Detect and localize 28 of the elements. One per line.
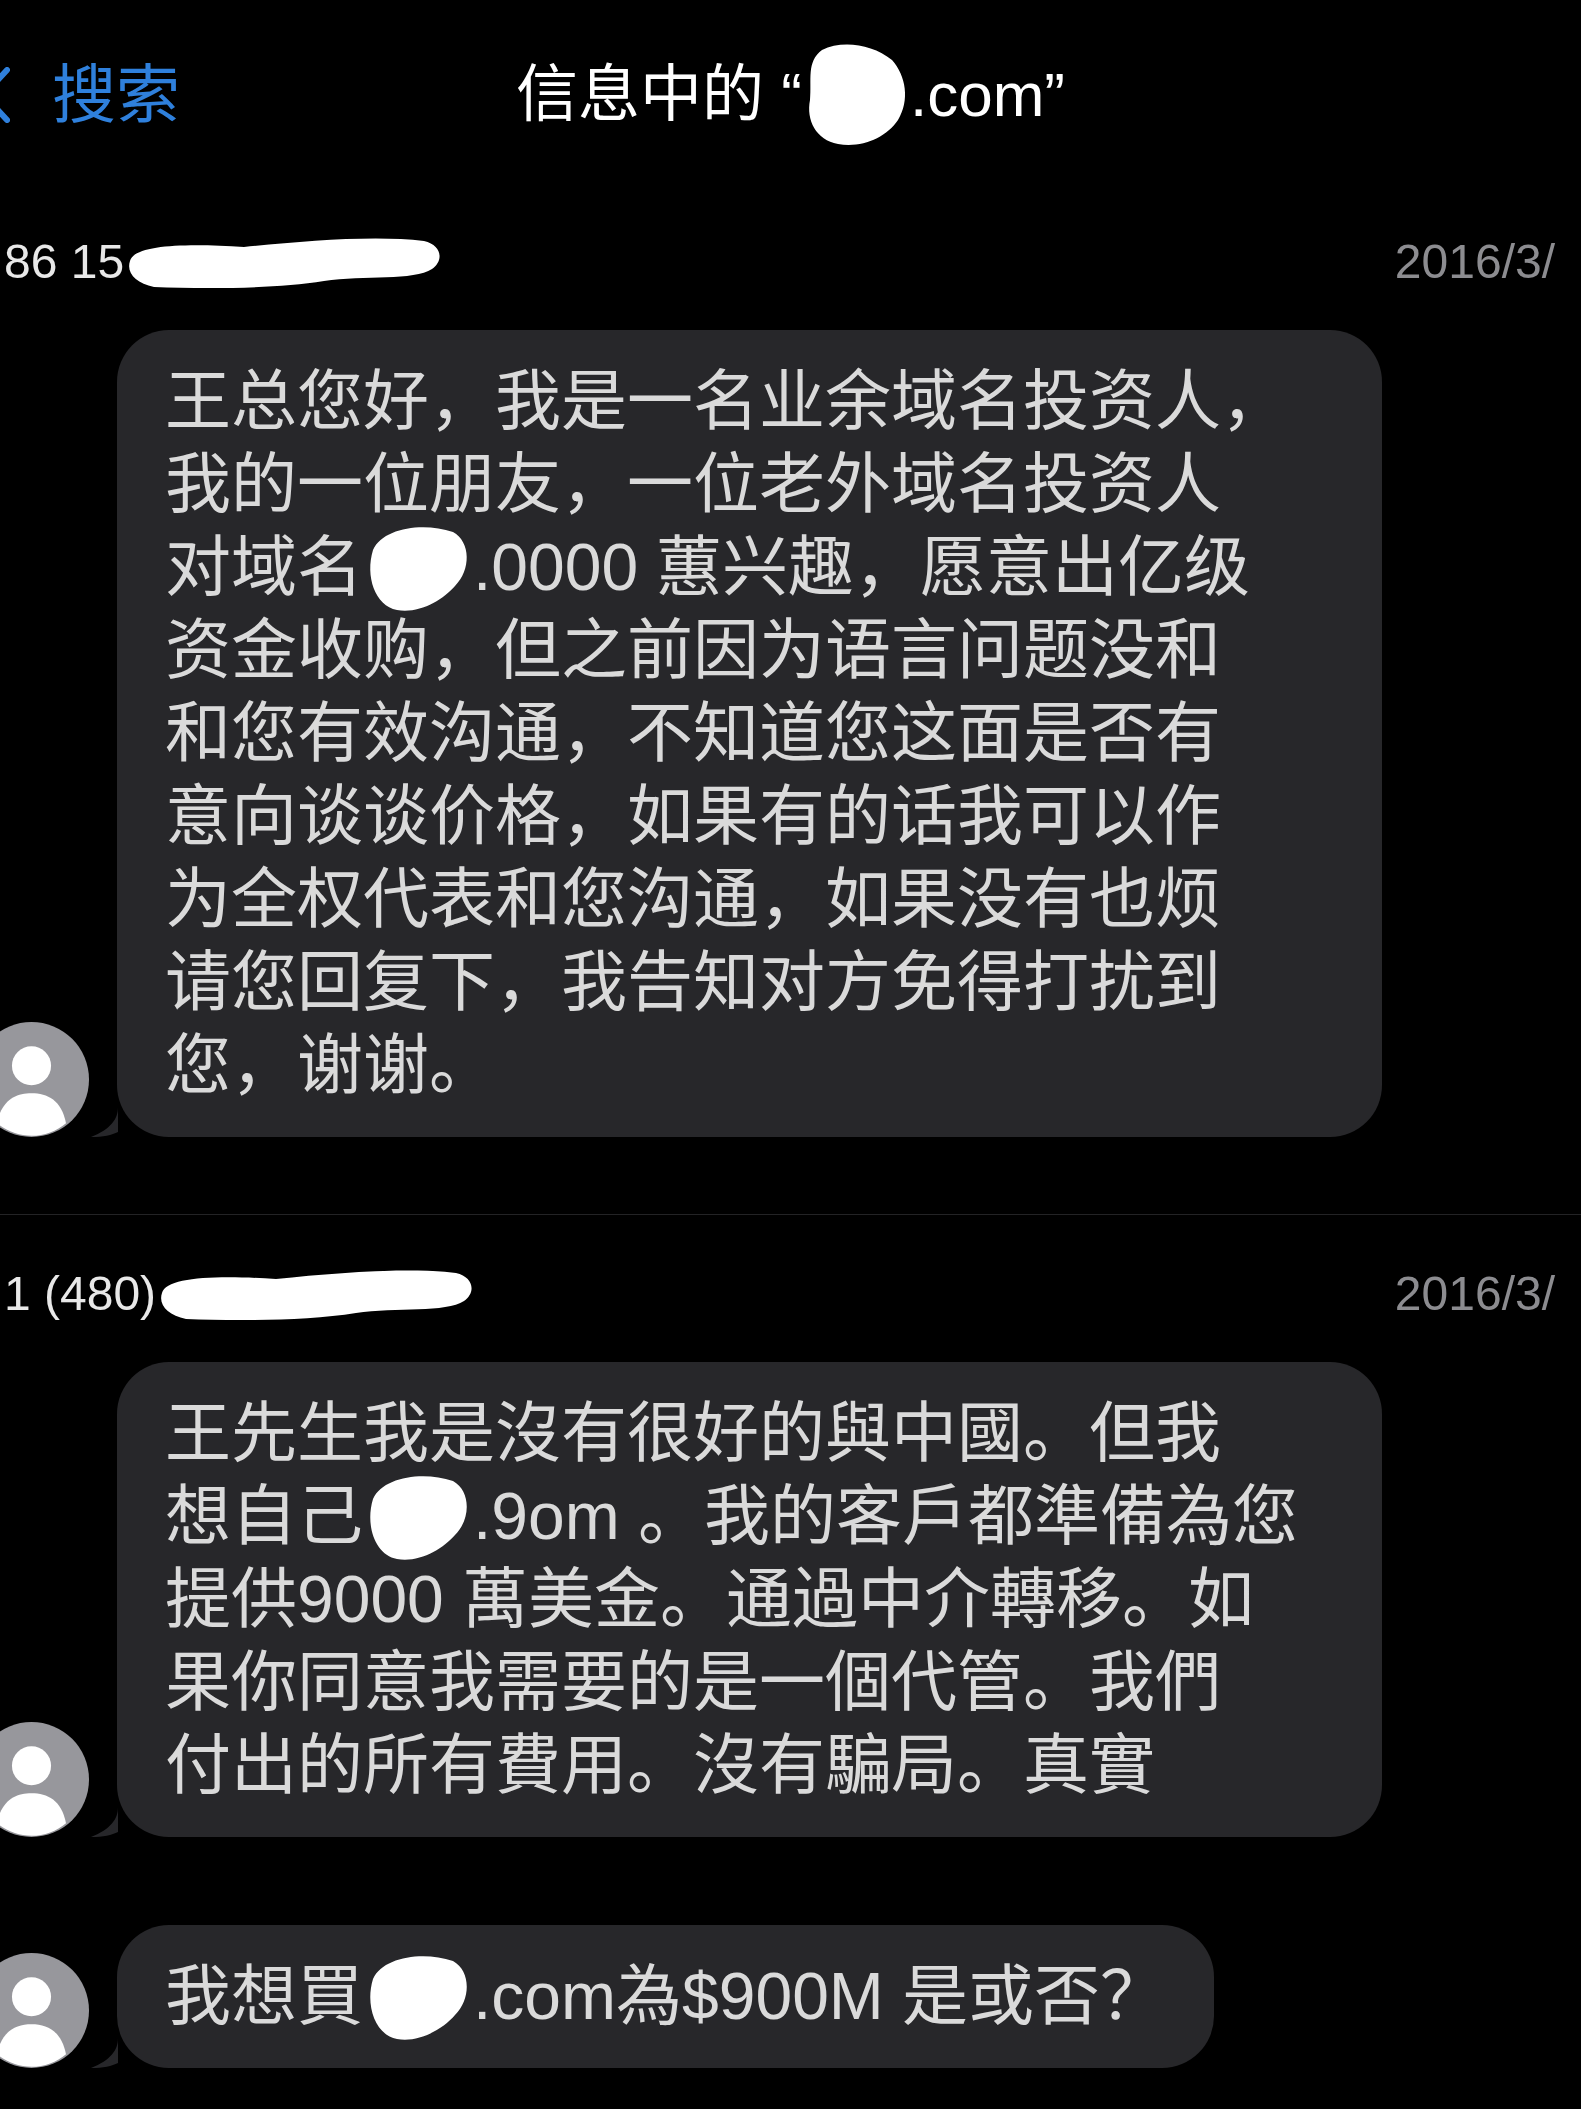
message-text: 请您回复下，我告知对方免得打扰到 bbox=[165, 943, 1221, 1021]
message-text: .9om 。我的客戶都準備為您 bbox=[473, 1477, 1299, 1555]
message-text: 我的一位朋友，一位老外域名投资人 bbox=[165, 445, 1221, 523]
message-text: 对域名 bbox=[165, 528, 363, 606]
person-avatar-icon bbox=[0, 1022, 89, 1137]
back-button[interactable]: 搜索 bbox=[0, 56, 180, 134]
message-text: 意向谈谈价格，如果有的话我可以作 bbox=[165, 777, 1221, 855]
message-text: 王先生我是沒有很好的與中國。但我 bbox=[165, 1394, 1221, 1472]
message-text: 提供9000 萬美金。通過中介轉移。如 bbox=[165, 1560, 1255, 1638]
message-text: 王总您好，我是一名业余域名投资人， bbox=[165, 362, 1287, 440]
message-text: 我想買 bbox=[165, 1957, 363, 2035]
person-avatar-icon bbox=[0, 1722, 89, 1837]
message-text: 您，谢谢。 bbox=[165, 1026, 495, 1104]
message-text: 果你同意我需要的是一個代管。我們 bbox=[165, 1643, 1221, 1721]
message-date: 2016/3/ bbox=[1394, 234, 1555, 291]
title-text: 信息中的 “ bbox=[516, 58, 802, 131]
message-text: 资金收购，但之前因为语言问题没和 bbox=[165, 611, 1221, 689]
message-text: 为全权代表和您沟通，如果没有也烦 bbox=[165, 860, 1221, 938]
message-text: 想自己 bbox=[165, 1477, 363, 1555]
message-text: 和您有效沟通，不知道您这面是否有 bbox=[165, 694, 1221, 772]
person-avatar-icon bbox=[0, 1953, 89, 2068]
sender-number: 1 (480) bbox=[4, 1266, 157, 1323]
sender-number: 86 15 bbox=[4, 234, 125, 291]
message-text: .0000 蕙兴趣，愿意出亿级 bbox=[473, 528, 1251, 606]
message-text: .com為$900M 是或否？ bbox=[473, 1957, 1167, 2035]
title-text: .com” bbox=[909, 58, 1065, 131]
message-date: 2016/3/ bbox=[1394, 1266, 1555, 1323]
message-text: 付出的所有費用。沒有騙局。真實 bbox=[165, 1726, 1155, 1804]
